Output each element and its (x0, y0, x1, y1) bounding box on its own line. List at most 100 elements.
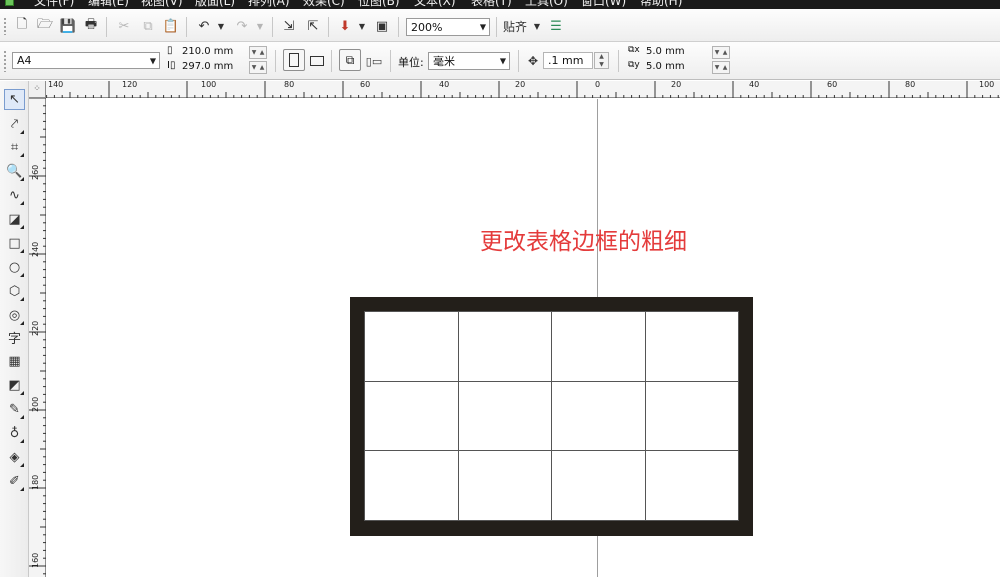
landscape-button[interactable] (310, 56, 324, 66)
table-cell[interactable] (457, 380, 552, 452)
table-cell[interactable] (551, 311, 646, 382)
page-height-field[interactable]: 297.0 mm (182, 61, 233, 72)
toolbar-grip[interactable] (3, 17, 7, 35)
crop-tool-icon[interactable]: ⌗ (4, 137, 25, 158)
duplicate-y-stepper[interactable]: ▼ ▲ (712, 61, 730, 74)
undo-dropdown-icon[interactable]: ▼ (215, 16, 227, 36)
rectangle-tool-icon[interactable]: □ (4, 233, 25, 254)
property-bar: A4 ▼ ▯ 210.0 mm ▼ ▲ I▯ 297.0 mm ▼ ▲ ⧉ ▯▭ 单… (0, 42, 1000, 80)
menu-table[interactable]: 表格(T) (471, 0, 512, 8)
smart-fill-tool-icon[interactable]: ◪ (4, 209, 25, 230)
table-row (364, 311, 739, 382)
welcome-screen-icon[interactable]: ▣ (373, 16, 391, 36)
menu-file[interactable]: 文件(F) (34, 0, 74, 8)
menu-view[interactable]: 视图(V) (141, 0, 183, 8)
polygon-tool-icon[interactable]: ⬡ (4, 281, 25, 302)
ruler-origin-icon[interactable]: ⁘ (29, 81, 46, 98)
pick-tool-icon[interactable]: ↖ (4, 89, 25, 110)
horizontal-ruler[interactable]: 140 120 100 80 60 40 20 0 20 40 60 80 10… (29, 80, 1000, 98)
basic-shapes-tool-icon[interactable]: ◎ (4, 305, 25, 326)
print-icon[interactable]: 🖶 (82, 16, 100, 36)
launcher-dropdown-icon[interactable]: ▼ (356, 16, 368, 36)
interactive-tool-icon[interactable]: ◩ (4, 375, 25, 396)
paste-icon[interactable]: 📋 (162, 16, 180, 36)
menu-arrange[interactable]: 排列(A) (248, 0, 290, 8)
table-grid[interactable] (364, 311, 739, 521)
portrait-icon (289, 53, 299, 67)
zoom-level-select[interactable]: 200% ▼ (406, 18, 490, 36)
page-size-value: A4 (17, 54, 32, 67)
table-cell[interactable] (644, 450, 739, 521)
ruler-label: 60 (827, 80, 838, 89)
menu-bitmaps[interactable]: 位图(B) (358, 0, 400, 8)
menu-window[interactable]: 窗口(W) (581, 0, 626, 8)
table-row (364, 380, 739, 452)
table-cell[interactable] (364, 380, 459, 452)
height-icon: I▯ (167, 60, 176, 71)
interactive-fill-tool-icon[interactable]: ✐ (4, 471, 25, 492)
application-launcher-icon[interactable]: ⬇ (336, 16, 354, 36)
ruler-label: 80 (284, 80, 295, 89)
menu-tools[interactable]: 工具(O) (525, 0, 568, 8)
import-icon[interactable]: ⇲ (280, 16, 298, 36)
ruler-label: 40 (439, 80, 450, 89)
new-document-icon[interactable]: 🗋 (13, 16, 31, 36)
options-icon[interactable]: ☰ (547, 16, 565, 36)
duplicate-y-field[interactable]: 5.0 mm (646, 61, 685, 72)
current-page-button[interactable]: ▯▭ (364, 51, 384, 71)
page-height-stepper[interactable]: ▼ ▲ (249, 61, 267, 74)
standard-toolbar: 🗋 🗁 💾 🖶 ✂ ⧉ 📋 ↶ ▼ ↷ ▼ ⇲ ⇱ ⬇ ▼ ▣ 200% ▼ 贴… (0, 9, 1000, 42)
copy-icon[interactable]: ⧉ (139, 16, 157, 36)
table-cell[interactable] (364, 450, 459, 521)
export-icon[interactable]: ⇱ (304, 16, 322, 36)
portrait-button[interactable] (283, 49, 305, 71)
table-cell[interactable] (551, 450, 646, 521)
table-object[interactable] (350, 297, 753, 536)
nudge-icon: ✥ (527, 54, 539, 68)
freehand-tool-icon[interactable]: ∿ (4, 185, 25, 206)
drawing-canvas[interactable]: 更改表格边框的粗细 (47, 99, 1000, 577)
nudge-distance-field[interactable]: .1 mm (543, 52, 593, 69)
table-cell[interactable] (364, 311, 459, 382)
cut-icon[interactable]: ✂ (115, 16, 133, 36)
menu-text[interactable]: 文本(X) (414, 0, 456, 8)
nudge-stepper[interactable]: ▲ ▼ (594, 52, 609, 69)
ellipse-tool-icon[interactable]: ○ (4, 257, 25, 278)
menu-help[interactable]: 帮助(H) (640, 0, 682, 8)
fill-tool-icon[interactable]: ◈ (4, 447, 25, 468)
units-value: 毫米 (433, 55, 455, 68)
vertical-ruler[interactable]: 260 240 220 200 180 160 (29, 98, 46, 577)
table-cell[interactable] (457, 311, 552, 382)
undo-icon[interactable]: ↶ (194, 16, 214, 36)
nudge-distance-value: .1 mm (548, 54, 584, 67)
redo-icon[interactable]: ↷ (232, 16, 252, 36)
units-select[interactable]: 毫米 ▼ (428, 52, 510, 70)
text-tool-icon[interactable]: 字 (4, 327, 25, 348)
save-icon[interactable]: 💾 (59, 16, 77, 36)
redo-dropdown-icon[interactable]: ▼ (254, 16, 266, 36)
page-width-field[interactable]: 210.0 mm (182, 46, 233, 57)
ruler-label: 180 (31, 474, 40, 490)
table-cell[interactable] (644, 311, 739, 382)
duplicate-x-field[interactable]: 5.0 mm (646, 46, 685, 57)
shape-tool-icon[interactable]: ⤤ (4, 114, 25, 135)
property-bar-grip[interactable] (3, 50, 7, 72)
menu-effects[interactable]: 效果(C) (303, 0, 345, 8)
menu-layout[interactable]: 版面(L) (195, 0, 235, 8)
open-folder-icon[interactable]: 🗁 (36, 16, 54, 36)
page-width-stepper[interactable]: ▼ ▲ (249, 46, 267, 59)
eyedropper-tool-icon[interactable]: ✎ (4, 399, 25, 420)
menu-edit[interactable]: 编辑(E) (88, 0, 129, 8)
table-cell[interactable] (551, 380, 646, 452)
duplicate-x-stepper[interactable]: ▼ ▲ (712, 46, 730, 59)
outline-tool-icon[interactable]: ♁ (4, 423, 25, 444)
all-pages-button[interactable]: ⧉ (339, 49, 361, 71)
table-cell[interactable] (644, 380, 739, 452)
snap-to-button[interactable]: 贴齐 (502, 16, 528, 36)
page-size-select[interactable]: A4 ▼ (12, 52, 160, 69)
snap-dropdown-icon[interactable]: ▼ (531, 16, 543, 36)
annotation-text[interactable]: 更改表格边框的粗细 (480, 222, 687, 256)
zoom-tool-icon[interactable]: 🔍 (4, 161, 25, 182)
table-cell[interactable] (457, 450, 552, 521)
table-tool-icon[interactable]: ▦ (4, 351, 25, 372)
